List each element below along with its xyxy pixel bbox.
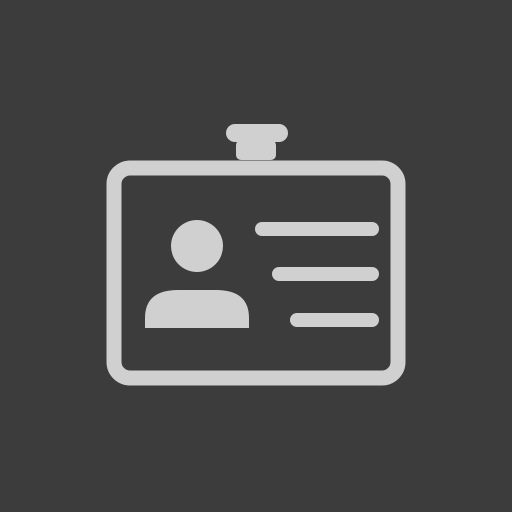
id-badge-icon (106, 124, 406, 386)
badge-clip-bottom (236, 140, 276, 160)
avatar-shoulders (145, 290, 249, 328)
avatar-head (171, 220, 223, 272)
app-icon-tile (0, 0, 512, 512)
badge-clip-top (226, 124, 288, 142)
